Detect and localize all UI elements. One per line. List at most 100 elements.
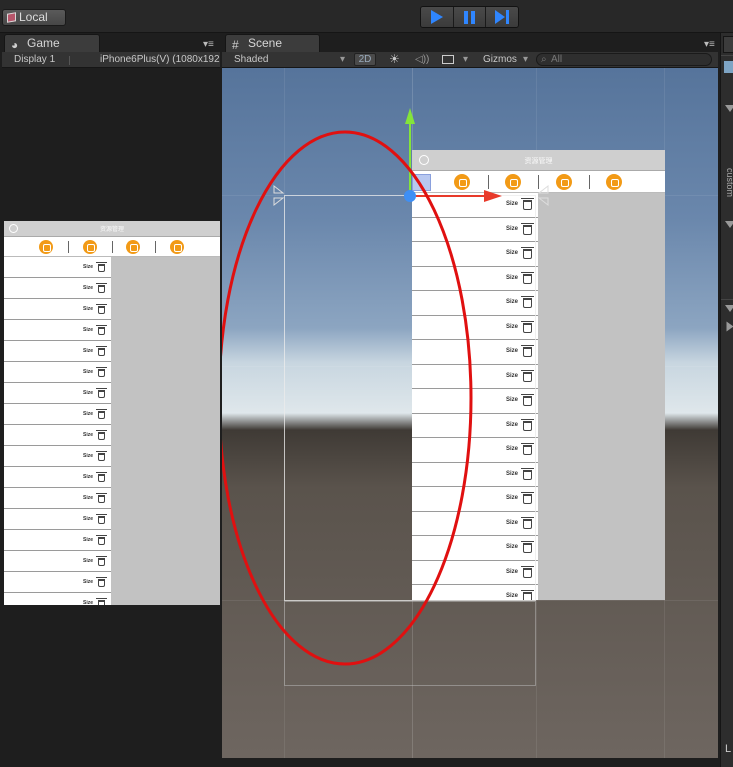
list-item[interactable]: Size	[4, 362, 111, 383]
size-label: Size	[83, 495, 94, 501]
trash-icon[interactable]	[96, 429, 107, 440]
audio-toggle-icon[interactable]: ◁))	[415, 52, 429, 67]
camera-icon[interactable]	[83, 240, 97, 254]
list-item[interactable]: Size	[4, 488, 111, 509]
trash-icon[interactable]	[96, 282, 107, 293]
size-label: Size	[83, 348, 94, 354]
list-item[interactable]: Size	[4, 467, 111, 488]
playback-controls	[420, 6, 519, 28]
play-button[interactable]	[421, 7, 454, 27]
effects-dropdown-icon[interactable]: ▾	[463, 52, 468, 67]
divider	[721, 55, 733, 56]
list-item[interactable]: Size	[4, 299, 111, 320]
size-label: Size	[83, 537, 94, 543]
resolution-select[interactable]: iPhone6Plus(V) (1080x192	[100, 52, 220, 67]
tab-game[interactable]: ◕ Game	[4, 34, 100, 52]
size-label: Size	[83, 432, 94, 438]
step-button[interactable]	[486, 7, 518, 27]
size-label: Size	[83, 390, 94, 396]
effects-toggle-icon[interactable]	[442, 55, 454, 64]
list-item[interactable]: Size	[4, 425, 111, 446]
image-icon[interactable]	[39, 240, 53, 254]
game-phone-header: 资源管理	[4, 221, 220, 237]
pause-button[interactable]	[453, 7, 487, 27]
mode-2d-toggle[interactable]: 2D	[354, 53, 376, 66]
gizmos-menu[interactable]: Gizmos	[483, 52, 517, 67]
trash-icon[interactable]	[96, 534, 107, 545]
list-item[interactable]: Size	[4, 572, 111, 593]
game-phone-screen: 资源管理 Size Size Size Size Size Size Size Size Siz…	[4, 221, 220, 605]
trash-icon[interactable]	[96, 492, 107, 503]
hierarchy-search-input[interactable]: ⌕ All	[536, 53, 712, 66]
gizmo-y-arrow[interactable]	[405, 108, 415, 124]
game-resource-list: Size Size Size Size Size Size Size Size Size Size…	[4, 257, 111, 605]
text-icon[interactable]	[126, 240, 140, 254]
shading-dropdown-icon[interactable]: ▾	[340, 52, 345, 67]
size-label: Size	[83, 474, 94, 480]
pivot-space-label: Local	[19, 10, 48, 24]
list-item[interactable]: Size	[4, 404, 111, 425]
trash-icon[interactable]	[96, 261, 107, 272]
scene-panel-menu-icon[interactable]: ▾≡	[704, 39, 715, 50]
list-item[interactable]: Size	[4, 278, 111, 299]
list-item[interactable]: Size	[4, 446, 111, 467]
pivot-space-toggle[interactable]: Local	[2, 9, 66, 26]
main-toolbar: Local	[0, 0, 733, 33]
foldout-arrow-icon[interactable]	[726, 321, 733, 332]
anchor-handle[interactable]	[273, 184, 285, 194]
list-item[interactable]: Size	[4, 593, 111, 605]
pen-icon[interactable]	[170, 240, 184, 254]
list-item[interactable]: Size	[4, 509, 111, 530]
size-label: Size	[83, 264, 94, 270]
trash-icon[interactable]	[96, 303, 107, 314]
trash-icon[interactable]	[96, 345, 107, 356]
game-panel-menu-icon[interactable]: ▾≡	[203, 39, 214, 50]
iconbar-divider	[155, 241, 156, 253]
foldout-arrow-icon[interactable]	[725, 105, 733, 112]
game-phone-title: 资源管理	[99, 227, 124, 233]
inspector-tab[interactable]	[723, 36, 733, 53]
list-item[interactable]: Size	[4, 530, 111, 551]
size-label: Size	[83, 516, 94, 522]
game-subbar: Display 1 iPhone6Plus(V) (1080x192	[2, 52, 220, 68]
anchor-handle[interactable]	[273, 197, 285, 207]
subbar-divider	[69, 56, 70, 65]
red-annotation-ellipse	[222, 130, 473, 666]
gizmos-dropdown-icon[interactable]: ▾	[523, 52, 528, 67]
display-select[interactable]: Display 1	[14, 52, 55, 67]
trash-icon[interactable]	[96, 366, 107, 377]
gizmo-pivot-handle[interactable]	[404, 190, 416, 202]
scene-view[interactable]: 资源管理 Size Size Size Size Size Size Size Size Siz…	[222, 68, 718, 758]
list-item[interactable]: Size	[4, 551, 111, 572]
gizmo-x-arrow[interactable]	[484, 190, 502, 202]
anchor-handle[interactable]	[537, 197, 549, 207]
component-label: custom	[725, 168, 733, 198]
trash-icon[interactable]	[96, 597, 107, 605]
size-label: Size	[83, 369, 94, 375]
trash-icon[interactable]	[96, 513, 107, 524]
trash-icon[interactable]	[96, 324, 107, 335]
anchor-handle[interactable]	[537, 184, 549, 194]
lighting-toggle-icon[interactable]: ☀	[389, 52, 400, 67]
divider	[721, 299, 733, 300]
size-label: Size	[83, 411, 94, 417]
foldout-arrow-icon[interactable]	[725, 305, 733, 312]
scene-gizmo-overlay	[222, 108, 549, 666]
game-phone-iconbar	[4, 237, 220, 257]
trash-icon[interactable]	[96, 471, 107, 482]
bottom-panel-label: L	[725, 743, 732, 755]
trash-icon[interactable]	[96, 450, 107, 461]
list-item[interactable]: Size	[4, 341, 111, 362]
trash-icon[interactable]	[96, 555, 107, 566]
tab-scene[interactable]: # Scene	[225, 34, 320, 52]
trash-icon[interactable]	[96, 387, 107, 398]
list-item[interactable]: Size	[4, 383, 111, 404]
iconbar-divider	[112, 241, 113, 253]
shading-mode-select[interactable]: Shaded	[234, 52, 268, 67]
trash-icon[interactable]	[96, 576, 107, 587]
foldout-arrow-icon[interactable]	[725, 221, 733, 228]
list-item[interactable]: Size	[4, 320, 111, 341]
list-item[interactable]: Size	[4, 257, 111, 278]
size-label: Size	[83, 600, 94, 605]
trash-icon[interactable]	[96, 408, 107, 419]
